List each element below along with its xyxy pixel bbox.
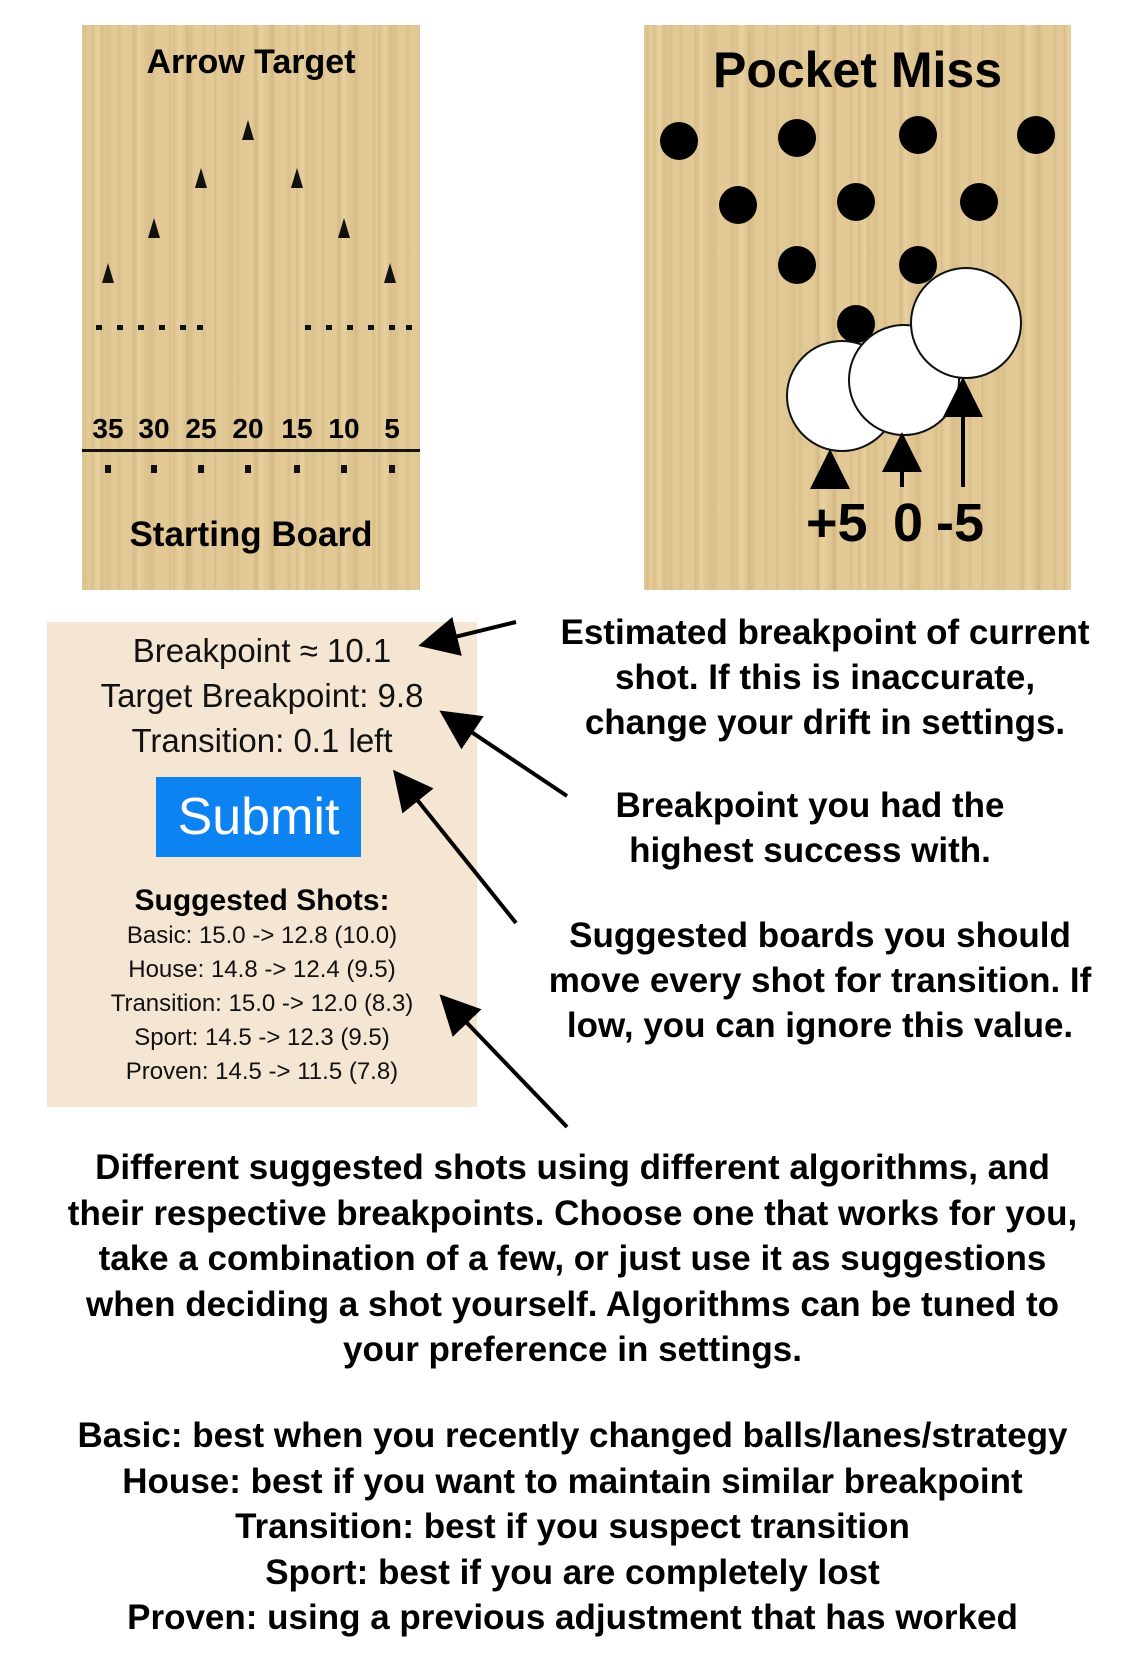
arrow-to-target (439, 710, 569, 798)
arrow-to-suggested (439, 994, 569, 1129)
arrow-to-transition (392, 769, 518, 925)
annotation-arrows (392, 377, 983, 1129)
arrow-to-breakpoint (418, 616, 517, 656)
